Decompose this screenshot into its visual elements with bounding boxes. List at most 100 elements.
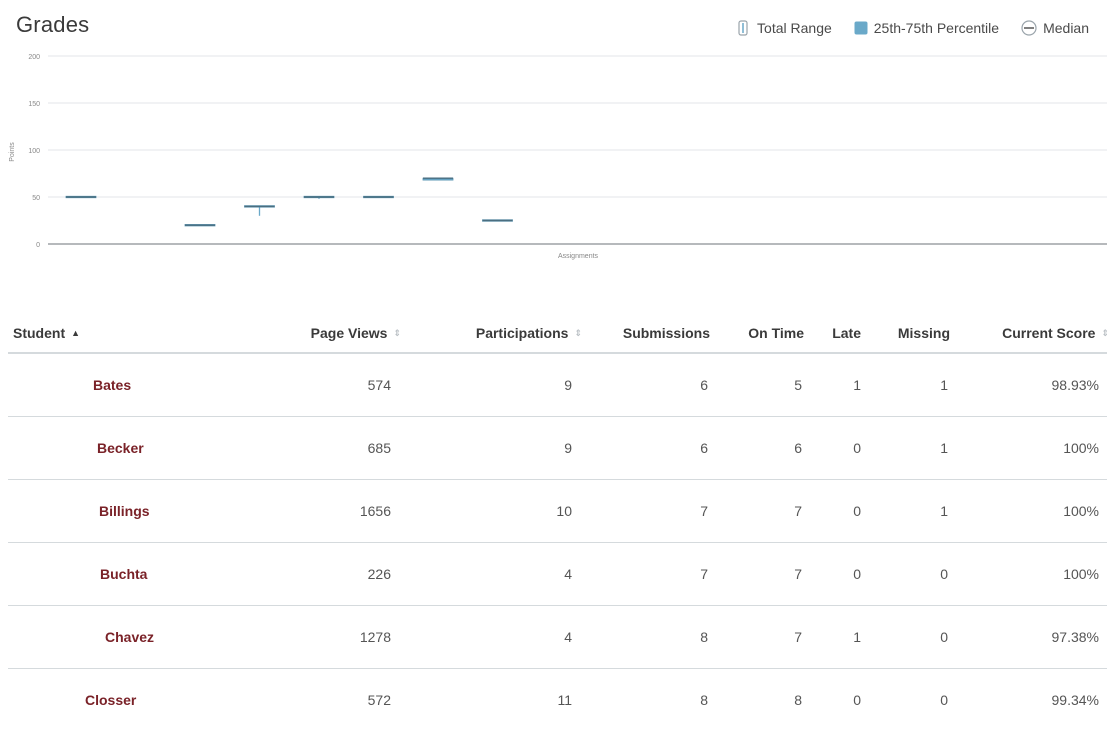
x-axis-label: Assignments — [558, 253, 599, 260]
late-cell: 1 — [853, 629, 861, 645]
student-name-link[interactable]: Billings — [99, 503, 150, 519]
y-tick-label: 200 — [28, 54, 40, 61]
current-score-cell: 100% — [1063, 503, 1099, 519]
missing-header-label: Missing — [897, 325, 950, 341]
current-score-column-header[interactable]: Current Score ⇕ — [1002, 314, 1107, 352]
late-cell: 0 — [853, 692, 861, 708]
page-views-cell: 685 — [367, 440, 391, 456]
participations-cell: 11 — [557, 692, 572, 708]
late-cell: 0 — [853, 566, 861, 582]
sort-icon: ⇕ — [393, 327, 401, 338]
y-tick-label: 100 — [28, 148, 40, 155]
current-score-cell: 98.93% — [1051, 377, 1099, 393]
missing-cell: 0 — [940, 692, 948, 708]
student-column-header[interactable]: Student ▲ — [13, 314, 80, 352]
submissions-cell: 6 — [700, 377, 708, 393]
table-body: Bates 574 9 6 5 1 1 98.93% Becker 685 9 6 6 0 1 100% Bil… — [8, 354, 1107, 731]
missing-column-header: Missing — [898, 314, 950, 352]
participations-header-label: Participations — [475, 325, 569, 341]
page-views-cell: 1656 — [359, 503, 391, 519]
y-tick-label: 50 — [32, 195, 40, 202]
grades-boxplot-chart: 0 50 100 150 200 Points Assignments — [9, 54, 1107, 260]
submissions-cell: 8 — [700, 629, 708, 645]
student-name-link[interactable]: Chavez — [105, 629, 154, 645]
current-score-cell: 100% — [1063, 440, 1099, 456]
current-score-header-label: Current Score — [1002, 325, 1096, 341]
participations-cell: 9 — [564, 440, 572, 456]
on-time-header-label: On Time — [748, 325, 804, 341]
on-time-column-header: On Time — [748, 314, 804, 352]
sort-icon: ⇕ — [574, 327, 582, 338]
on-time-cell: 8 — [794, 692, 802, 708]
participations-cell: 10 — [556, 503, 572, 519]
late-cell: 0 — [853, 440, 861, 456]
page-views-cell: 226 — [367, 566, 391, 582]
missing-cell: 0 — [940, 629, 948, 645]
table-row: Billings 1656 10 7 7 0 1 100% — [8, 480, 1107, 543]
student-cell: Closser — [85, 669, 136, 731]
percentile-icon — [854, 21, 868, 35]
student-grades-table: Student ▲ Page Views ⇕ Participations ⇕ … — [8, 314, 1107, 731]
legend-total-range-label: Total Range — [757, 20, 832, 36]
on-time-cell: 7 — [794, 566, 802, 582]
page-views-cell: 1278 — [359, 629, 391, 645]
student-cell: Chavez — [105, 606, 154, 668]
participations-column-header[interactable]: Participations ⇕ — [476, 314, 582, 352]
submissions-cell: 8 — [700, 692, 708, 708]
y-tick-label: 0 — [36, 242, 40, 249]
table-row: Becker 685 9 6 6 0 1 100% — [8, 417, 1107, 480]
legend-median-label: Median — [1043, 20, 1089, 36]
late-header-label: Late — [832, 325, 861, 341]
submissions-cell: 7 — [700, 503, 708, 519]
legend-percentile: 25th-75th Percentile — [854, 20, 999, 36]
page-views-column-header[interactable]: Page Views ⇕ — [311, 314, 401, 352]
current-score-cell: 99.34% — [1051, 692, 1099, 708]
page-views-cell: 574 — [367, 377, 391, 393]
legend-total-range: Total Range — [735, 20, 832, 36]
y-axis-label: Points — [9, 142, 16, 162]
chart-legend: Total Range 25th-75th Percentile Median — [713, 20, 1089, 36]
legend-percentile-label: 25th-75th Percentile — [873, 20, 1000, 36]
y-tick-label: 150 — [28, 101, 40, 108]
sort-icon: ⇕ — [1101, 327, 1107, 338]
student-cell: Buchta — [100, 543, 147, 605]
submissions-cell: 6 — [700, 440, 708, 456]
table-row: Closser 572 11 8 8 0 0 99.34% — [8, 669, 1107, 731]
table-row: Bates 574 9 6 5 1 1 98.93% — [8, 354, 1107, 417]
participations-cell: 9 — [564, 377, 572, 393]
median-icon — [1021, 20, 1037, 36]
submissions-header-label: Submissions — [622, 325, 710, 341]
missing-cell: 1 — [940, 377, 948, 393]
student-name-link[interactable]: Becker — [97, 440, 144, 456]
legend-median: Median — [1021, 20, 1089, 36]
participations-cell: 4 — [564, 629, 572, 645]
late-column-header: Late — [832, 314, 861, 352]
participations-cell: 4 — [564, 566, 572, 582]
student-name-link[interactable]: Buchta — [100, 566, 147, 582]
total-range-icon — [738, 20, 748, 36]
current-score-cell: 97.38% — [1051, 629, 1099, 645]
page-title: Grades — [16, 12, 90, 37]
current-score-cell: 100% — [1063, 566, 1099, 582]
page-views-header-label: Page Views — [310, 325, 388, 341]
on-time-cell: 5 — [794, 377, 802, 393]
student-cell: Billings — [99, 480, 150, 542]
late-cell: 0 — [853, 503, 861, 519]
on-time-cell: 7 — [794, 503, 802, 519]
table-header-row: Student ▲ Page Views ⇕ Participations ⇕ … — [8, 314, 1107, 354]
student-cell: Becker — [97, 417, 144, 479]
late-cell: 1 — [853, 377, 861, 393]
missing-cell: 1 — [940, 503, 948, 519]
sort-ascending-icon: ▲ — [71, 328, 81, 338]
submissions-column-header: Submissions — [623, 314, 710, 352]
submissions-cell: 7 — [700, 566, 708, 582]
student-cell: Bates — [93, 354, 131, 416]
missing-cell: 1 — [940, 440, 948, 456]
student-name-link[interactable]: Bates — [93, 377, 131, 393]
student-header-label: Student — [13, 325, 66, 341]
page-views-cell: 572 — [367, 692, 391, 708]
on-time-cell: 7 — [794, 629, 802, 645]
student-name-link[interactable]: Closser — [85, 692, 136, 708]
missing-cell: 0 — [940, 566, 948, 582]
on-time-cell: 6 — [794, 440, 802, 456]
